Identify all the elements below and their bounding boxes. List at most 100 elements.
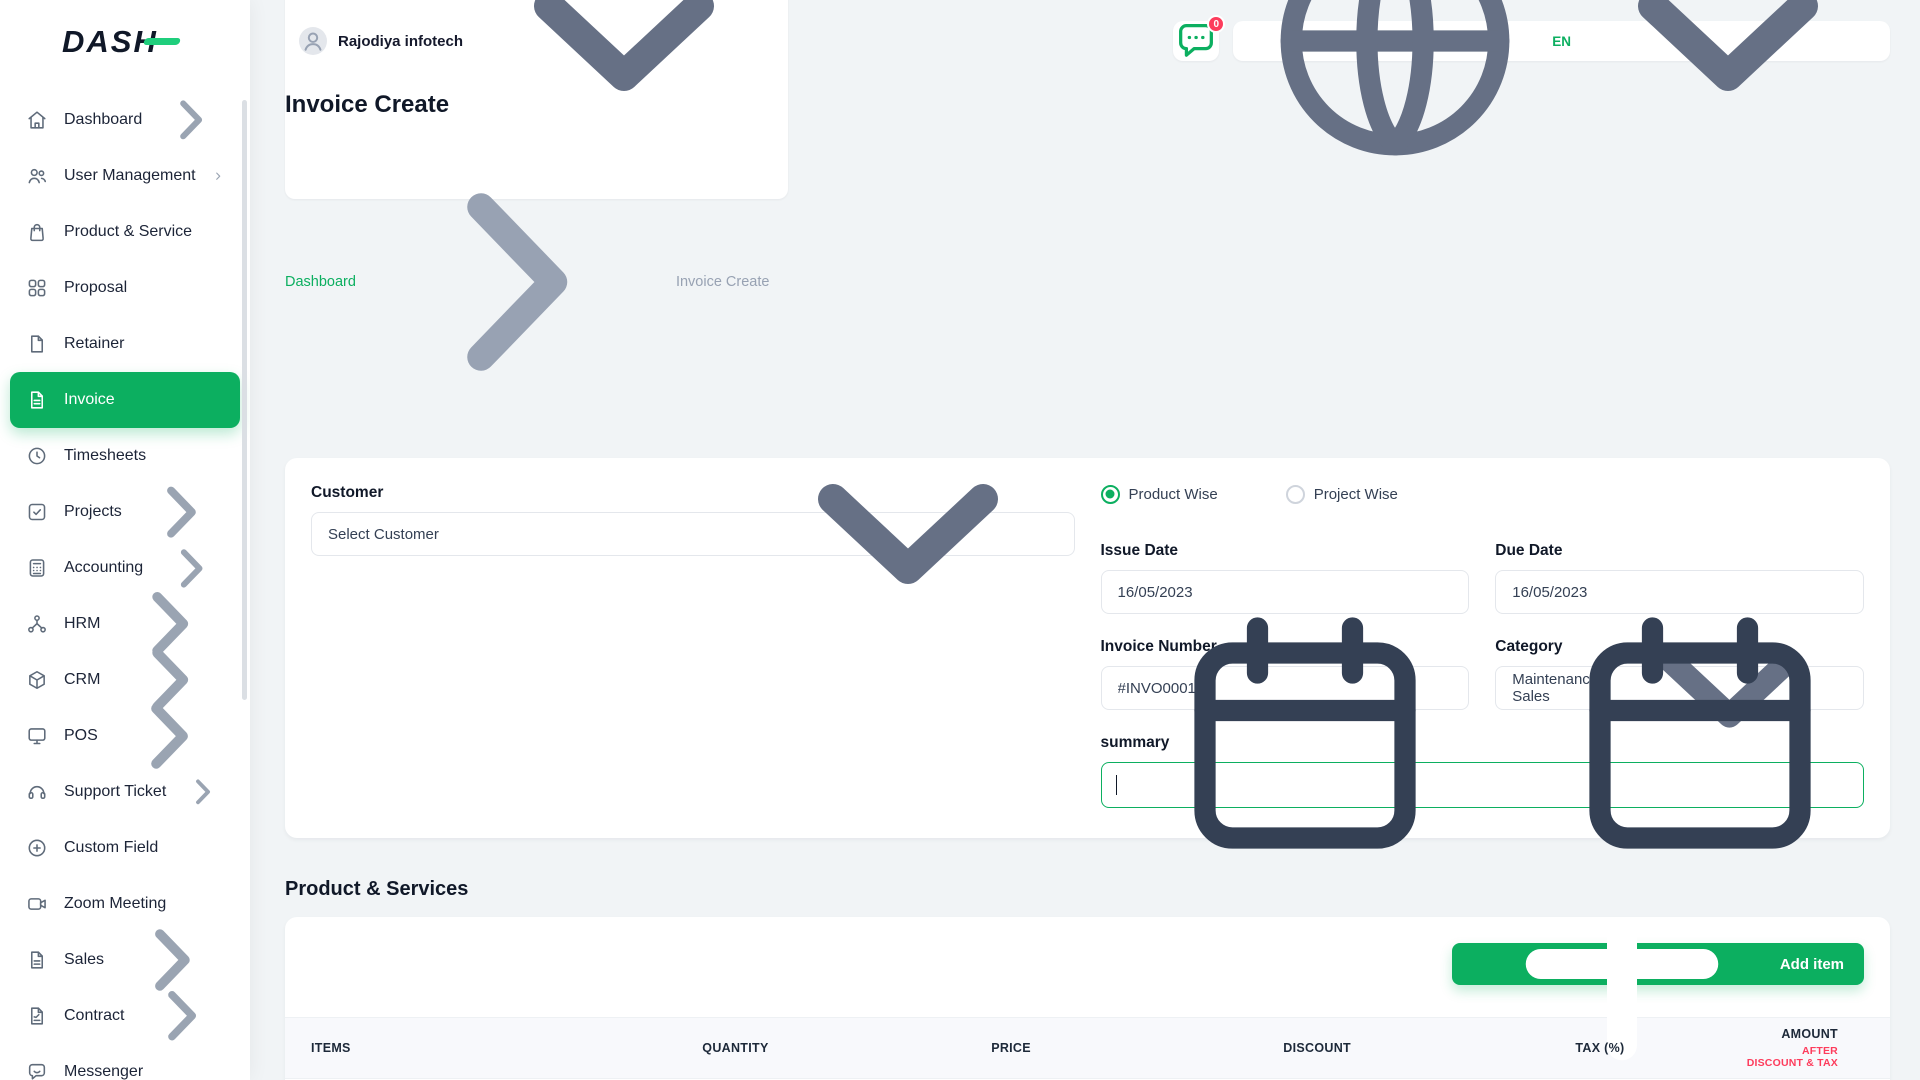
sidebar-item-custom-field[interactable]: Custom Field — [10, 820, 240, 876]
sidebar-item-label: Invoice — [64, 391, 224, 409]
contract-icon — [26, 1005, 48, 1027]
file-icon — [26, 333, 48, 355]
sidebar-nav: Dashboard User Management Product & Servic… — [0, 92, 250, 1080]
product-wise-radio[interactable]: Product Wise — [1101, 485, 1218, 504]
sidebar-item-pos[interactable]: POS — [10, 708, 240, 764]
header-amount-subtext: AFTER DISCOUNT & TAX — [1746, 1045, 1838, 1069]
project-wise-radio[interactable]: Project Wise — [1286, 485, 1398, 504]
plus-circle-icon — [26, 837, 48, 859]
header-items: ITEMS — [285, 1041, 702, 1055]
chat-icon — [26, 1061, 48, 1080]
category-select[interactable]: Maintenance Sales — [1495, 666, 1864, 710]
plus-icon — [1472, 917, 1772, 1080]
sidebar-item-label: Dashboard — [64, 111, 142, 129]
sidebar-item-label: Contract — [64, 1007, 124, 1025]
invoice-icon — [26, 389, 48, 411]
language-selector[interactable]: EN — [1233, 21, 1890, 61]
sidebar-item-label: Support Ticket — [64, 783, 166, 801]
home-icon — [26, 109, 48, 131]
cube-icon — [26, 669, 48, 691]
company-avatar — [299, 27, 327, 55]
due-date-input[interactable] — [1495, 570, 1864, 614]
sidebar-item-label: Messenger — [64, 1063, 224, 1080]
sidebar-item-projects[interactable]: Projects — [10, 484, 240, 540]
items-card: Add item ITEMS QUANTITY PRICE DISCOUNT T… — [285, 917, 1890, 1080]
header-tax: TAX (%) — [1575, 1041, 1745, 1055]
breadcrumb-dashboard-link[interactable]: Dashboard — [285, 274, 356, 290]
product-wise-label: Product Wise — [1129, 486, 1218, 503]
invoice-number-input[interactable] — [1101, 666, 1470, 710]
add-item-button[interactable]: Add item — [1452, 943, 1864, 985]
sidebar-item-user-management[interactable]: User Management — [10, 148, 240, 204]
sidebar-scrollbar[interactable] — [242, 100, 247, 700]
invoice-fields-grid: Issue Date Due Date Invoice Number — [1101, 542, 1865, 808]
chevron-down-icon — [758, 384, 1058, 684]
sidebar-item-dashboard[interactable]: Dashboard — [10, 92, 240, 148]
summary-field: summary — [1101, 734, 1865, 808]
clock-icon — [26, 445, 48, 467]
main-area: Rajodiya infotech 0 EN Invoice Create Da… — [250, 0, 1920, 1080]
sidebar-item-label: User Management — [64, 167, 196, 185]
sidebar-item-proposal[interactable]: Proposal — [10, 260, 240, 316]
shopping-bag-icon — [26, 221, 48, 243]
sidebar: DASH Dashboard User Management Product & S… — [0, 0, 250, 1080]
customer-select[interactable]: Select Customer — [311, 512, 1075, 556]
network-icon — [26, 613, 48, 635]
chevron-right-icon — [140, 974, 224, 1058]
customer-column: Customer Select Customer — [311, 484, 1075, 808]
video-icon — [26, 893, 48, 915]
sidebar-item-label: CRM — [64, 671, 100, 689]
sidebar-item-invoice[interactable]: Invoice — [10, 372, 240, 428]
add-item-label: Add item — [1780, 956, 1844, 973]
products-section-heading: Product & Services — [285, 878, 1890, 901]
invoice-number-label: Invoice Number — [1101, 638, 1470, 656]
messages-badge: 0 — [1207, 15, 1225, 33]
chevron-down-icon — [1578, 0, 1878, 191]
text-caret — [1116, 775, 1118, 795]
project-wise-label: Project Wise — [1314, 486, 1398, 503]
header-discount: DISCOUNT — [1283, 1041, 1575, 1055]
language-code: EN — [1552, 34, 1571, 49]
invoice-number-field: Invoice Number — [1101, 638, 1470, 710]
sidebar-item-label: Retainer — [64, 335, 224, 353]
sidebar-item-label: Timesheets — [64, 447, 224, 465]
sidebar-item-product-service[interactable]: Product & Service — [10, 204, 240, 260]
calculator-icon — [26, 557, 48, 579]
issue-date-field: Issue Date — [1101, 542, 1470, 614]
breadcrumb-current: Invoice Create — [676, 274, 770, 290]
calendar-icon — [1155, 583, 1455, 883]
messages-button[interactable]: 0 — [1173, 21, 1219, 61]
app-logo[interactable]: DASH — [62, 24, 158, 60]
sidebar-item-retainer[interactable]: Retainer — [10, 316, 240, 372]
radio-unchecked-icon — [1286, 485, 1305, 504]
users-icon — [26, 165, 48, 187]
sidebar-item-label: POS — [64, 727, 98, 745]
header-price: PRICE — [991, 1041, 1283, 1055]
customer-select-value: Select Customer — [328, 526, 439, 543]
company-name: Rajodiya infotech — [338, 33, 463, 50]
invoice-form-card: Customer Select Customer Product Wise Pr… — [285, 458, 1890, 838]
category-field: Category Maintenance Sales — [1495, 638, 1864, 710]
header-amount: AMOUNT AFTER DISCOUNT & TAX — [1746, 1027, 1890, 1069]
file-text-icon — [26, 949, 48, 971]
headset-icon — [26, 781, 48, 803]
topbar-right: 0 EN — [1173, 21, 1890, 61]
due-date-field: Due Date — [1495, 542, 1864, 614]
check-square-icon — [26, 501, 48, 523]
issue-date-input[interactable] — [1101, 570, 1470, 614]
sidebar-item-label: Proposal — [64, 279, 224, 297]
sidebar-item-label: HRM — [64, 615, 100, 633]
category-select-value: Maintenance Sales — [1512, 671, 1612, 705]
chevron-right-icon — [366, 132, 666, 432]
sidebar-item-label: Custom Field — [64, 839, 224, 857]
chevron-right-icon — [158, 92, 224, 153]
chevron-right-icon — [212, 170, 224, 182]
header-quantity: QUANTITY — [702, 1041, 991, 1055]
category-icon — [26, 277, 48, 299]
globe-icon — [1245, 0, 1545, 191]
chevron-right-icon — [182, 771, 224, 813]
sidebar-item-label: Projects — [64, 503, 122, 521]
summary-textarea[interactable] — [1101, 762, 1865, 808]
sidebar-item-label: Product & Service — [64, 223, 224, 241]
sidebar-item-label: Sales — [64, 951, 104, 969]
